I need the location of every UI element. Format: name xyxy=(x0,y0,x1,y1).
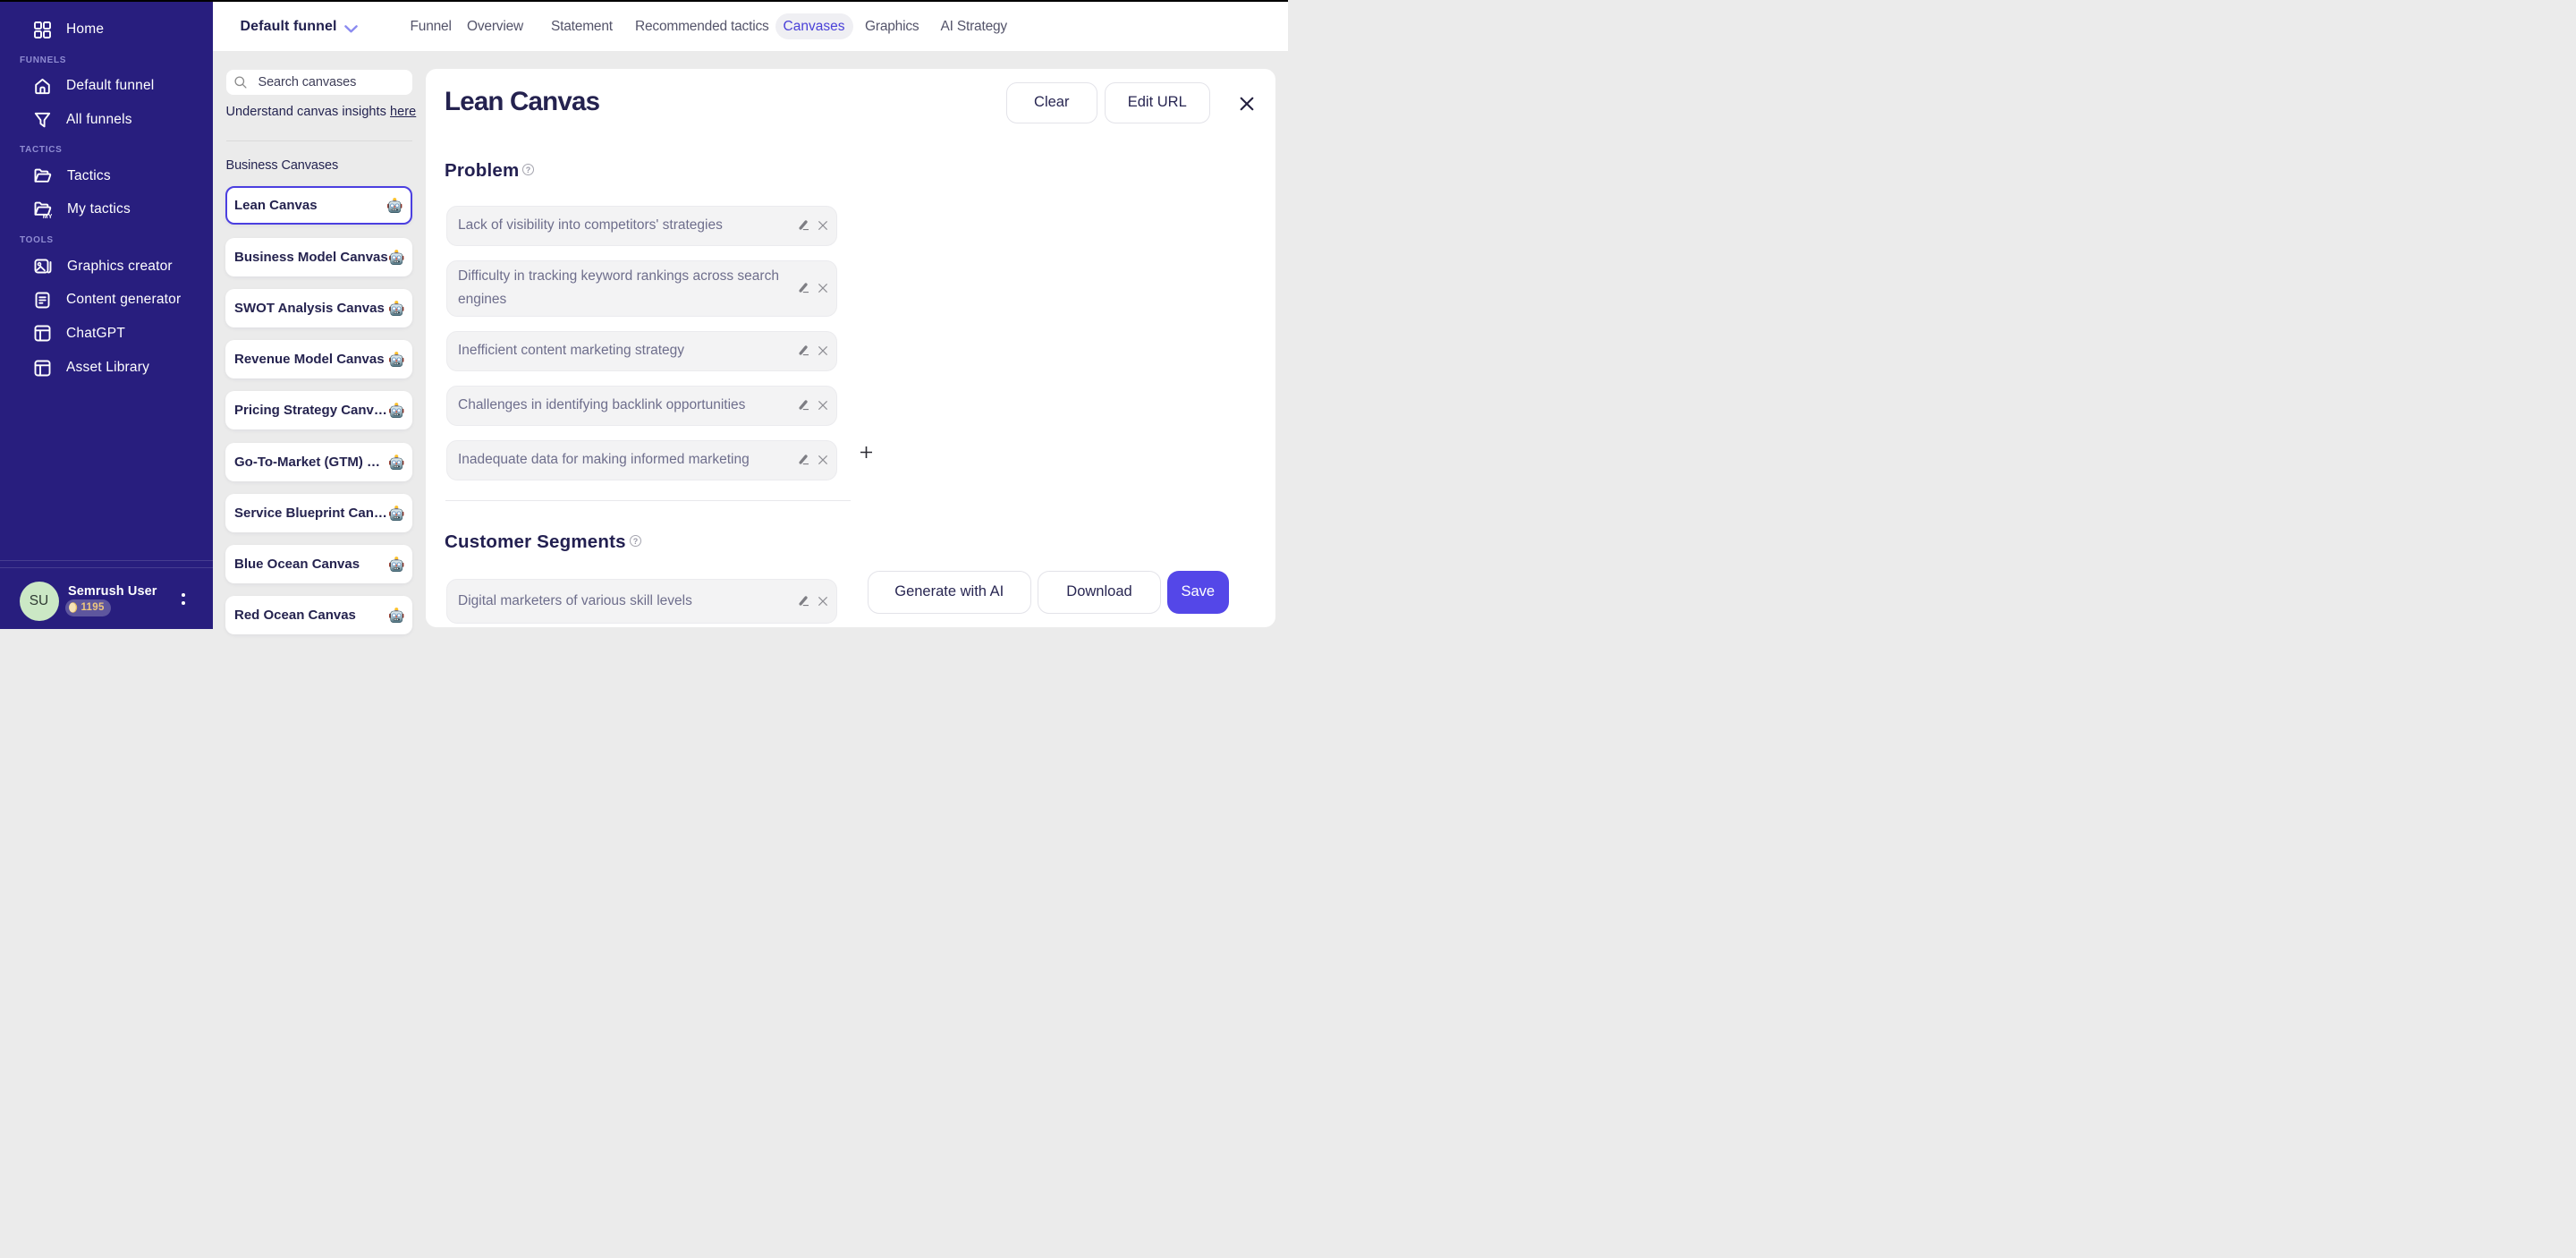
svg-text:MY: MY xyxy=(43,213,52,217)
